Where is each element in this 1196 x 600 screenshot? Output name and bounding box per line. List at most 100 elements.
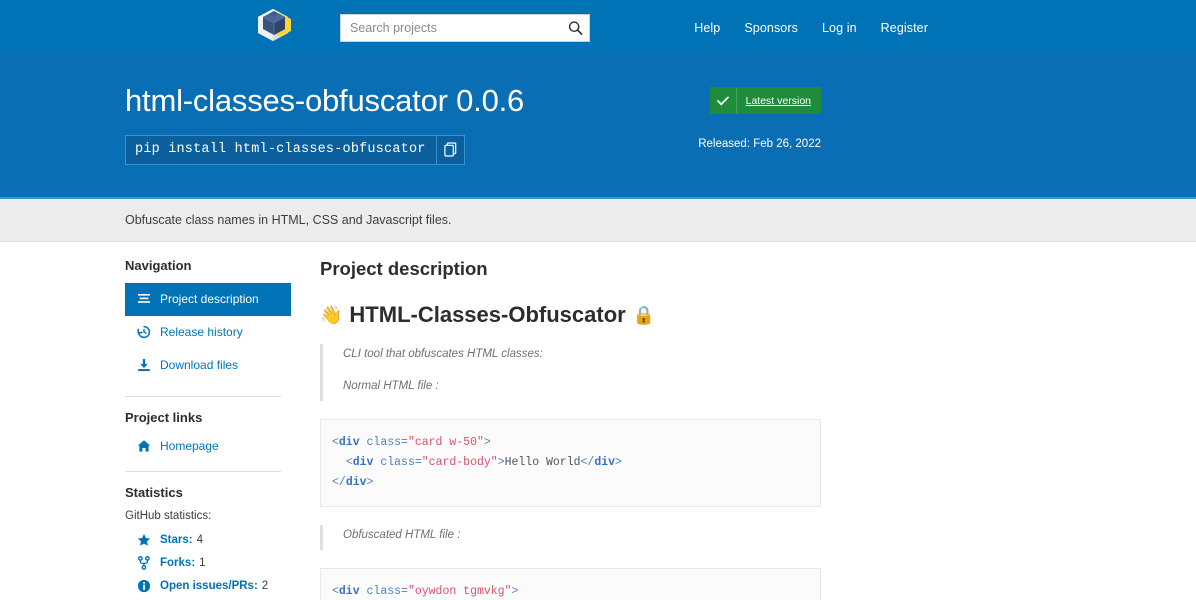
code-token: < — [332, 435, 339, 449]
nav-link-login[interactable]: Log in — [822, 21, 857, 35]
code-token: div — [594, 456, 616, 470]
fork-glyph — [138, 556, 150, 570]
copy-icon[interactable] — [435, 135, 464, 164]
readme-title: 👋 HTML-Classes-Obfuscator 🔒 — [320, 302, 821, 328]
code-token: div — [338, 435, 360, 449]
sidebar-item-release-history[interactable]: Release history — [125, 316, 291, 349]
project-description-heading: Project description — [320, 257, 488, 279]
sidebar-divider-2 — [125, 470, 281, 472]
sidebar-item-project-description[interactable]: Project description — [125, 282, 291, 316]
banner-right-column: Latest version Released: Feb 26, 2022 — [698, 83, 821, 150]
code-token: "card-body" — [421, 456, 498, 470]
sidebar-nav-list: Project description Release history Down… — [125, 282, 291, 382]
readme-blockquote-2: Obfuscated HTML file : — [320, 525, 821, 551]
star-glyph — [137, 534, 151, 546]
code-token: class — [359, 435, 402, 449]
search-input[interactable] — [340, 13, 590, 42]
code-token: < — [345, 456, 353, 470]
code-token: = — [401, 435, 408, 449]
sidebar-divider-1 — [125, 395, 281, 397]
code-token: > — [483, 435, 491, 449]
home-icon — [137, 439, 151, 453]
history-glyph — [137, 325, 151, 339]
sidebar-link-homepage[interactable]: Homepage — [125, 435, 291, 457]
stat-label: Forks: — [160, 557, 196, 570]
latest-version-badge[interactable]: Latest version — [709, 87, 821, 114]
nav-link-help[interactable]: Help — [694, 21, 720, 35]
latest-version-label: Latest version — [745, 94, 811, 107]
code-token: "oywdon tgmvkg" — [407, 585, 512, 599]
code-block-normal-html: <div class="card w-50"> <div class="card… — [320, 418, 821, 508]
info-glyph — [137, 580, 151, 593]
code-token: div — [338, 585, 360, 599]
sidebar: Navigation Project description Release h… — [125, 258, 291, 600]
code-token: div — [345, 476, 367, 490]
download-glyph — [138, 359, 150, 372]
stat-stars: Stars: 4 — [125, 529, 291, 552]
stat-open-issues: Open issues/PRs: 2 — [125, 575, 291, 598]
search-glyph — [568, 20, 583, 35]
package-banner: html-classes-obfuscator 0.0.6 pip instal… — [0, 55, 1196, 199]
sidebar-statistics-heading: Statistics — [125, 484, 183, 500]
list-glyph — [138, 294, 150, 303]
code-token: class — [359, 585, 402, 599]
check-glyph — [717, 95, 730, 105]
code-token: = — [414, 456, 422, 470]
blockquote-line: Obfuscated HTML file : — [343, 529, 461, 542]
top-navigation-bar: Help Sponsors Log in Register — [0, 0, 1196, 55]
package-title: html-classes-obfuscator 0.0.6 — [125, 83, 525, 118]
pip-install-box: pip install html-classes-obfuscator — [125, 134, 465, 165]
pip-install-command: pip install html-classes-obfuscator — [135, 142, 426, 158]
list-icon — [137, 292, 151, 306]
home-glyph — [137, 439, 151, 452]
download-icon — [137, 358, 151, 372]
top-nav-links: Help Sponsors Log in Register — [694, 21, 928, 35]
readme-blockquote-1: CLI tool that obfuscates HTML classes: N… — [320, 343, 821, 401]
sidebar-link-label: Homepage — [160, 438, 219, 453]
code-token: Hello World — [504, 456, 581, 470]
pypi-logo[interactable] — [250, 7, 296, 49]
sidebar-project-links-heading: Project links — [125, 409, 203, 425]
blockquote-line: Normal HTML file : — [343, 380, 439, 393]
code-token: "card w-50" — [407, 435, 484, 449]
main-content: Project description 👋 HTML-Classes-Obfus… — [291, 258, 821, 600]
package-summary-bar: Obfuscate class names in HTML, CSS and J… — [0, 198, 1196, 242]
sidebar-navigation-heading: Navigation — [125, 257, 192, 273]
stat-value: 4 — [196, 534, 204, 547]
code-token: </ — [332, 476, 346, 490]
github-statistics-label: GitHub statistics: — [125, 509, 212, 522]
code-token: > — [615, 456, 622, 470]
lock-icon: 🔒 — [632, 304, 656, 325]
code-token: class — [373, 456, 415, 470]
stat-label: Stars: — [160, 534, 193, 547]
search-icon[interactable] — [568, 20, 583, 35]
stat-value: 1 — [199, 557, 206, 570]
nav-link-register[interactable]: Register — [881, 21, 928, 35]
sidebar-item-download-files[interactable]: Download files — [125, 349, 291, 382]
code-block-obfuscated-html: <div class="oywdon tgmvkg"> <div class=e… — [320, 568, 821, 600]
star-icon — [137, 533, 151, 547]
code-token: > — [497, 456, 505, 470]
history-icon — [137, 325, 151, 339]
code-token: = — [401, 585, 408, 599]
nav-link-sponsors[interactable]: Sponsors — [744, 21, 798, 35]
sidebar-item-label: Project description — [160, 292, 259, 307]
check-icon — [711, 88, 737, 113]
sidebar-item-label: Release history — [160, 325, 243, 340]
package-summary-text: Obfuscate class names in HTML, CSS and J… — [125, 212, 452, 227]
stat-forks: Forks: 1 — [125, 552, 291, 575]
stat-value: 2 — [261, 580, 269, 593]
code-token: div — [352, 456, 374, 470]
code-token: > — [366, 476, 374, 490]
blockquote-line: CLI tool that obfuscates HTML classes: — [343, 347, 543, 360]
code-token: </ — [580, 456, 595, 470]
readme-title-text: HTML-Classes-Obfuscator — [349, 301, 626, 327]
copy-glyph — [443, 142, 456, 157]
search-box — [340, 13, 590, 42]
stat-label: Open issues/PRs: — [160, 580, 258, 593]
released-date: Released: Feb 26, 2022 — [698, 138, 821, 150]
fork-icon — [137, 556, 151, 570]
pypi-logo-icon — [258, 8, 291, 41]
page-body: Navigation Project description Release h… — [125, 242, 1071, 600]
